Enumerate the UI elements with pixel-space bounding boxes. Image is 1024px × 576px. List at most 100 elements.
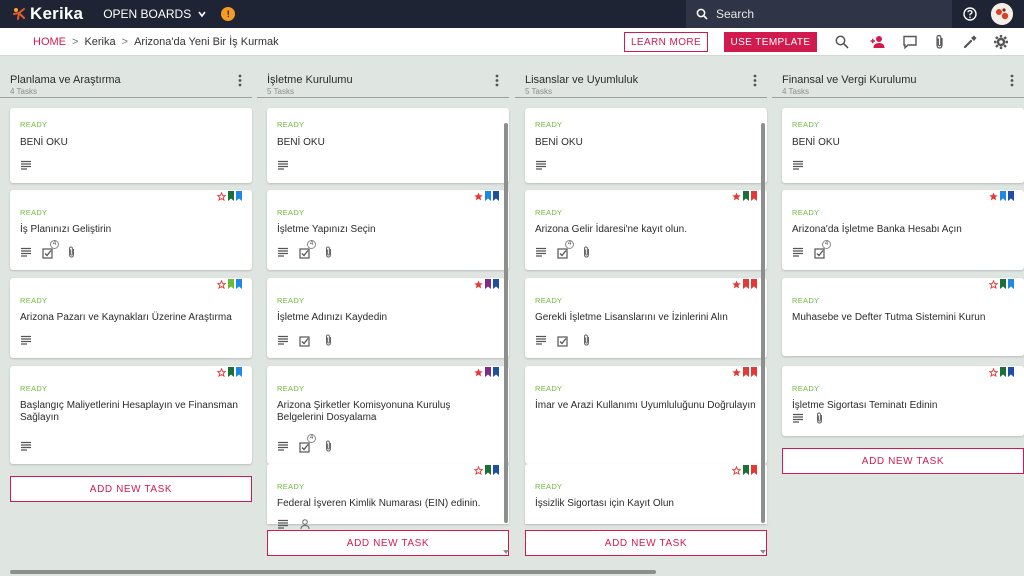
bookmark-icon[interactable] <box>751 367 757 377</box>
bookmark-icon[interactable] <box>493 367 499 377</box>
task-title[interactable]: BENİ OKU <box>277 137 499 149</box>
bookmark-icon[interactable] <box>1008 191 1014 201</box>
star-filled-icon[interactable] <box>989 192 998 201</box>
star-outline-icon[interactable] <box>217 280 226 289</box>
star-outline-icon[interactable] <box>474 466 483 475</box>
bookmark-icon[interactable] <box>743 465 749 475</box>
add-new-task-button[interactable]: ADD NEW TASK <box>525 530 767 556</box>
task-card[interactable]: READY BENİ OKU <box>782 108 1024 183</box>
bookmark-icon[interactable] <box>236 279 242 289</box>
star-outline-icon[interactable] <box>732 466 741 475</box>
task-title[interactable]: Federal İşveren Kimlik Numarası (EIN) ed… <box>277 498 499 510</box>
task-card[interactable]: READY İmar ve Arazi Kullanımı Uyumluluğun… <box>525 366 767 464</box>
task-card[interactable]: READY Başlangıç Maliyetlerini Hesaplayın … <box>10 366 252 464</box>
search-icon[interactable] <box>834 34 850 50</box>
bookmark-icon[interactable] <box>751 191 757 201</box>
bookmark-icon[interactable] <box>1008 279 1014 289</box>
column-scrollbar[interactable] <box>503 123 509 555</box>
scrollbar-thumb[interactable] <box>10 570 656 574</box>
bookmark-icon[interactable] <box>493 191 499 201</box>
star-filled-icon[interactable] <box>474 280 483 289</box>
star-outline-icon[interactable] <box>217 192 226 201</box>
add-new-task-button[interactable]: ADD NEW TASK <box>10 476 252 502</box>
task-card[interactable]: READY Federal İşveren Kimlik Numarası (EI… <box>267 464 509 530</box>
task-card[interactable]: READY BENİ OKU <box>525 108 767 183</box>
column-title[interactable]: İşletme Kurulumu <box>267 74 509 86</box>
task-title[interactable]: Gerekli İşletme Lisanslarını ve İzinleri… <box>535 312 757 324</box>
tools-icon[interactable] <box>962 34 978 50</box>
scrollbar-thumb[interactable] <box>504 123 508 523</box>
bookmark-icon[interactable] <box>228 367 234 377</box>
star-filled-icon[interactable] <box>732 280 741 289</box>
breadcrumb-item-kerika[interactable]: Kerika <box>84 36 115 48</box>
task-title[interactable]: Arizona Şirketler Komisyonuna Kuruluş Be… <box>277 400 499 424</box>
column-title[interactable]: Planlama ve Araştırma <box>10 74 252 86</box>
star-filled-icon[interactable] <box>732 368 741 377</box>
bookmark-icon[interactable] <box>743 367 749 377</box>
scrollbar-thumb[interactable] <box>761 123 765 523</box>
task-title[interactable]: Muhasebe ve Defter Tutma Sistemini Kurun <box>792 312 1014 324</box>
bookmark-icon[interactable] <box>1000 191 1006 201</box>
task-title[interactable]: BENİ OKU <box>535 137 757 149</box>
task-card[interactable]: READY Muhasebe ve Defter Tutma Sistemini … <box>782 278 1024 356</box>
more-vertical-icon[interactable] <box>1010 74 1014 87</box>
bookmark-icon[interactable] <box>1000 367 1006 377</box>
open-boards-menu[interactable]: OPEN BOARDS <box>103 7 207 21</box>
task-title[interactable]: Arizona'da İşletme Banka Hesabı Açın <box>792 224 1014 236</box>
task-title[interactable]: Arizona Gelir İdaresi'ne kayıt olun. <box>535 224 757 236</box>
bookmark-icon[interactable] <box>1000 279 1006 289</box>
task-card[interactable]: READY Arizona Gelir İdaresi'ne kayıt olun… <box>525 190 767 270</box>
user-avatar[interactable] <box>991 3 1013 25</box>
scroll-down-arrow-icon[interactable] <box>503 549 509 555</box>
bookmark-icon[interactable] <box>751 279 757 289</box>
attachment-icon[interactable] <box>932 34 948 50</box>
bookmark-icon[interactable] <box>743 279 749 289</box>
bookmark-icon[interactable] <box>485 279 491 289</box>
notification-badge[interactable]: ! <box>221 7 236 21</box>
column-title[interactable]: Lisanslar ve Uyumluluk <box>525 74 767 86</box>
task-title[interactable]: İşletme Sigortası Teminatı Edinin <box>792 400 1014 412</box>
task-title[interactable]: İşletme Yapınızı Seçin <box>277 224 499 236</box>
bookmark-icon[interactable] <box>493 465 499 475</box>
task-card[interactable]: READY Arizona Şirketler Komisyonuna Kurul… <box>267 366 509 464</box>
task-title[interactable]: Başlangıç Maliyetlerini Hesaplayın ve Fi… <box>20 400 242 424</box>
task-card[interactable]: READY Arizona Pazarı ve Kaynakları Üzerin… <box>10 278 252 358</box>
task-card[interactable]: READY İş Planınızı Geliştirin 4 <box>10 190 252 270</box>
task-title[interactable]: İşsizlik Sigortası için Kayıt Olun <box>535 498 757 510</box>
add-person-icon[interactable] <box>870 34 886 50</box>
task-card[interactable]: READY BENİ OKU <box>267 108 509 183</box>
use-template-button[interactable]: USE TEMPLATE <box>724 32 817 52</box>
add-new-task-button[interactable]: ADD NEW TASK <box>267 530 509 556</box>
task-title[interactable]: BENİ OKU <box>792 137 1014 149</box>
task-card[interactable]: READY Gerekli İşletme Lisanslarını ve İzi… <box>525 278 767 358</box>
task-card[interactable]: READY İşletme Yapınızı Seçin 4 <box>267 190 509 270</box>
more-vertical-icon[interactable] <box>753 74 757 87</box>
column-title[interactable]: Finansal ve Vergi Kurulumu <box>782 74 1024 86</box>
task-title[interactable]: İmar ve Arazi Kullanımı Uyumluluğunu Doğ… <box>535 400 757 412</box>
bookmark-icon[interactable] <box>236 367 242 377</box>
more-vertical-icon[interactable] <box>238 74 242 87</box>
search-bar[interactable]: Search <box>686 0 952 28</box>
star-outline-icon[interactable] <box>989 280 998 289</box>
learn-more-button[interactable]: LEARN MORE <box>624 32 708 52</box>
bookmark-icon[interactable] <box>1008 367 1014 377</box>
task-title[interactable]: İş Planınızı Geliştirin <box>20 224 242 236</box>
add-new-task-button[interactable]: ADD NEW TASK <box>782 448 1024 474</box>
bookmark-icon[interactable] <box>485 367 491 377</box>
task-title[interactable]: İşletme Adınızı Kaydedin <box>277 312 499 324</box>
more-vertical-icon[interactable] <box>495 74 499 87</box>
breadcrumb-home[interactable]: HOME <box>33 36 66 48</box>
chat-icon[interactable] <box>902 34 918 50</box>
bookmark-icon[interactable] <box>751 465 757 475</box>
star-filled-icon[interactable] <box>732 192 741 201</box>
bookmark-icon[interactable] <box>485 191 491 201</box>
task-card[interactable]: READY İşletme Adınızı Kaydedin <box>267 278 509 358</box>
task-card[interactable]: READY İşsizlik Sigortası için Kayıt Olun <box>525 464 767 524</box>
bookmark-icon[interactable] <box>743 191 749 201</box>
task-card[interactable]: READY BENİ OKU <box>10 108 252 183</box>
star-outline-icon[interactable] <box>989 368 998 377</box>
bookmark-icon[interactable] <box>493 279 499 289</box>
bookmark-icon[interactable] <box>228 279 234 289</box>
column-scrollbar[interactable] <box>760 123 766 554</box>
bookmark-icon[interactable] <box>236 191 242 201</box>
